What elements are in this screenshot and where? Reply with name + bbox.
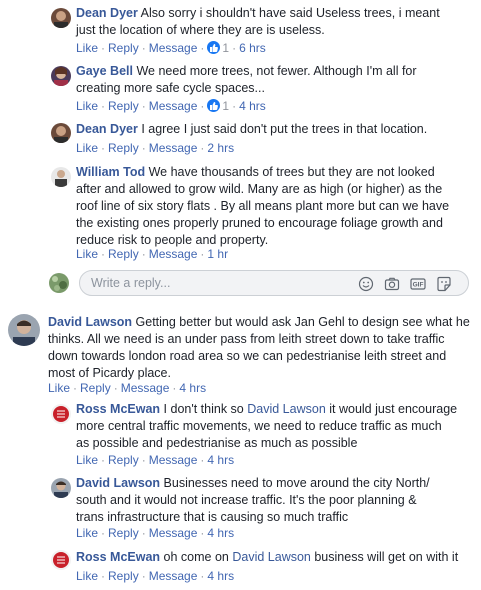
- comment-actions: Like · Reply · Message · 4 hrs: [48, 381, 207, 395]
- avatar[interactable]: [51, 550, 71, 570]
- comment-text: most of Picardy place.: [48, 366, 171, 380]
- like-reaction-icon[interactable]: [207, 41, 221, 54]
- avatar[interactable]: [51, 478, 71, 498]
- comment-text: reduce risk to people and property.: [76, 233, 269, 247]
- comment-text: Also sorry i shouldn't have said Useless…: [140, 6, 440, 20]
- mention-link[interactable]: David Lawson: [232, 550, 311, 564]
- comment-text: trans infrastructure that is causing so …: [76, 510, 349, 524]
- timestamp[interactable]: 4 hrs: [179, 381, 206, 395]
- comment-actions: Like · Reply · Message · 1 hr: [76, 247, 229, 261]
- message-button[interactable]: Message: [121, 381, 170, 395]
- comment-text: more central traffic movements, we need …: [76, 419, 442, 433]
- comment-text: creating more safe cycle spaces...: [76, 81, 265, 95]
- comment-text: We have thousands of trees but they are …: [148, 165, 435, 179]
- comment-actions: Like · Reply · Message · 4 hrs: [76, 569, 235, 583]
- reply-button[interactable]: Reply: [108, 141, 139, 155]
- current-user-avatar: [49, 273, 69, 293]
- comment-actions: Like · Reply · Message · 1 · 4 hrs: [76, 99, 266, 113]
- comment-body: Dean Dyer I agree I just said don't put …: [76, 121, 471, 138]
- comment-body: William Tod We have thousands of trees b…: [76, 164, 476, 249]
- timestamp[interactable]: 2 hrs: [207, 141, 234, 155]
- comment-text: business will get on with it: [314, 550, 459, 564]
- timestamp[interactable]: 4 hrs: [239, 99, 266, 113]
- like-button[interactable]: Like: [76, 247, 98, 261]
- avatar[interactable]: [51, 404, 71, 424]
- comment-text: thinks. All we need is an under pass fro…: [48, 332, 445, 346]
- author-name[interactable]: Dean Dyer: [76, 6, 138, 20]
- emoji-icon[interactable]: [358, 276, 374, 292]
- author-name[interactable]: Gaye Bell: [76, 64, 133, 78]
- like-button[interactable]: Like: [76, 526, 98, 540]
- message-button[interactable]: Message: [149, 453, 198, 467]
- author-name[interactable]: William Tod: [76, 165, 145, 179]
- comment-body: Dean Dyer Also sorry i shouldn't have sa…: [76, 5, 471, 39]
- like-button[interactable]: Like: [76, 141, 98, 155]
- comment-body: Ross McEwan I don't think so David Lawso…: [76, 401, 476, 452]
- author-name[interactable]: Ross McEwan: [76, 402, 160, 416]
- like-button[interactable]: Like: [48, 381, 70, 395]
- camera-icon[interactable]: [384, 276, 400, 292]
- avatar[interactable]: [51, 66, 71, 86]
- comment-text: south and it would not increase traffic.…: [76, 493, 417, 507]
- avatar[interactable]: [51, 8, 71, 28]
- comment-body: David Lawson Businesses need to move aro…: [76, 475, 476, 526]
- comment-actions: Like · Reply · Message · 1 · 6 hrs: [76, 41, 266, 55]
- comment-body: Ross McEwan oh come on David Lawson busi…: [76, 549, 476, 566]
- timestamp[interactable]: 4 hrs: [207, 526, 234, 540]
- comment-text: just the location of where they are is u…: [76, 23, 325, 37]
- author-name[interactable]: Dean Dyer: [76, 122, 138, 136]
- svg-text:GIF: GIF: [413, 282, 424, 289]
- comment-actions: Like · Reply · Message · 4 hrs: [76, 526, 235, 540]
- gif-icon[interactable]: GIF: [410, 276, 426, 292]
- comment-actions: Like · Reply · Message · 4 hrs: [76, 453, 235, 467]
- sticker-icon[interactable]: [436, 276, 452, 292]
- reply-button[interactable]: Reply: [108, 569, 139, 583]
- comment-text: roof line of six story flats . By all me…: [76, 199, 450, 213]
- comment-text: I don't think so: [163, 402, 244, 416]
- author-name[interactable]: David Lawson: [48, 315, 132, 329]
- author-name[interactable]: Ross McEwan: [76, 550, 160, 564]
- author-name[interactable]: David Lawson: [76, 476, 160, 490]
- like-button[interactable]: Like: [76, 453, 98, 467]
- comment-text: the existing ones properly pruned to enc…: [76, 216, 443, 230]
- message-button[interactable]: Message: [149, 99, 198, 113]
- like-button[interactable]: Like: [76, 569, 98, 583]
- comment-text: I agree I just said don't put the trees …: [141, 122, 428, 136]
- avatar[interactable]: [51, 123, 71, 143]
- comment-text: Getting better but would ask Jan Gehl to…: [135, 315, 470, 329]
- like-button[interactable]: Like: [76, 41, 98, 55]
- like-button[interactable]: Like: [76, 99, 98, 113]
- comment-body: Gaye Bell We need more trees, not fewer.…: [76, 63, 471, 97]
- reply-input[interactable]: [89, 275, 333, 291]
- like-reaction-icon[interactable]: [207, 99, 221, 112]
- message-button[interactable]: Message: [149, 247, 198, 261]
- reply-button[interactable]: Reply: [108, 453, 139, 467]
- comment-text: We need more trees, not fewer. Although …: [136, 64, 417, 78]
- comment-text: after and allowed to grow wild. Many are…: [76, 182, 443, 196]
- comment-text: Businesses need to move around the city …: [163, 476, 430, 490]
- reply-button[interactable]: Reply: [80, 381, 111, 395]
- comment-text: as possible and pedestrianise as much as…: [76, 436, 358, 450]
- avatar[interactable]: [51, 167, 71, 187]
- reply-button[interactable]: Reply: [108, 41, 139, 55]
- comment-text: it would just encourage: [329, 402, 458, 416]
- comment-body: David Lawson Getting better but would as…: [48, 314, 478, 382]
- timestamp[interactable]: 6 hrs: [239, 41, 266, 55]
- timestamp[interactable]: 1 hr: [207, 247, 228, 261]
- timestamp[interactable]: 4 hrs: [207, 569, 234, 583]
- avatar[interactable]: [8, 314, 40, 346]
- message-button[interactable]: Message: [149, 41, 198, 55]
- mention-link[interactable]: David Lawson: [247, 402, 326, 416]
- comment-text: oh come on: [163, 550, 229, 564]
- comment-actions: Like · Reply · Message · 2 hrs: [76, 141, 235, 155]
- message-button[interactable]: Message: [149, 569, 198, 583]
- reply-button[interactable]: Reply: [108, 247, 139, 261]
- message-button[interactable]: Message: [149, 141, 198, 155]
- reply-button[interactable]: Reply: [108, 99, 139, 113]
- message-button[interactable]: Message: [149, 526, 198, 540]
- reply-box[interactable]: GIF: [79, 270, 469, 296]
- comment-text: down towards london road area so we can …: [48, 349, 447, 363]
- timestamp[interactable]: 4 hrs: [207, 453, 234, 467]
- reply-button[interactable]: Reply: [108, 526, 139, 540]
